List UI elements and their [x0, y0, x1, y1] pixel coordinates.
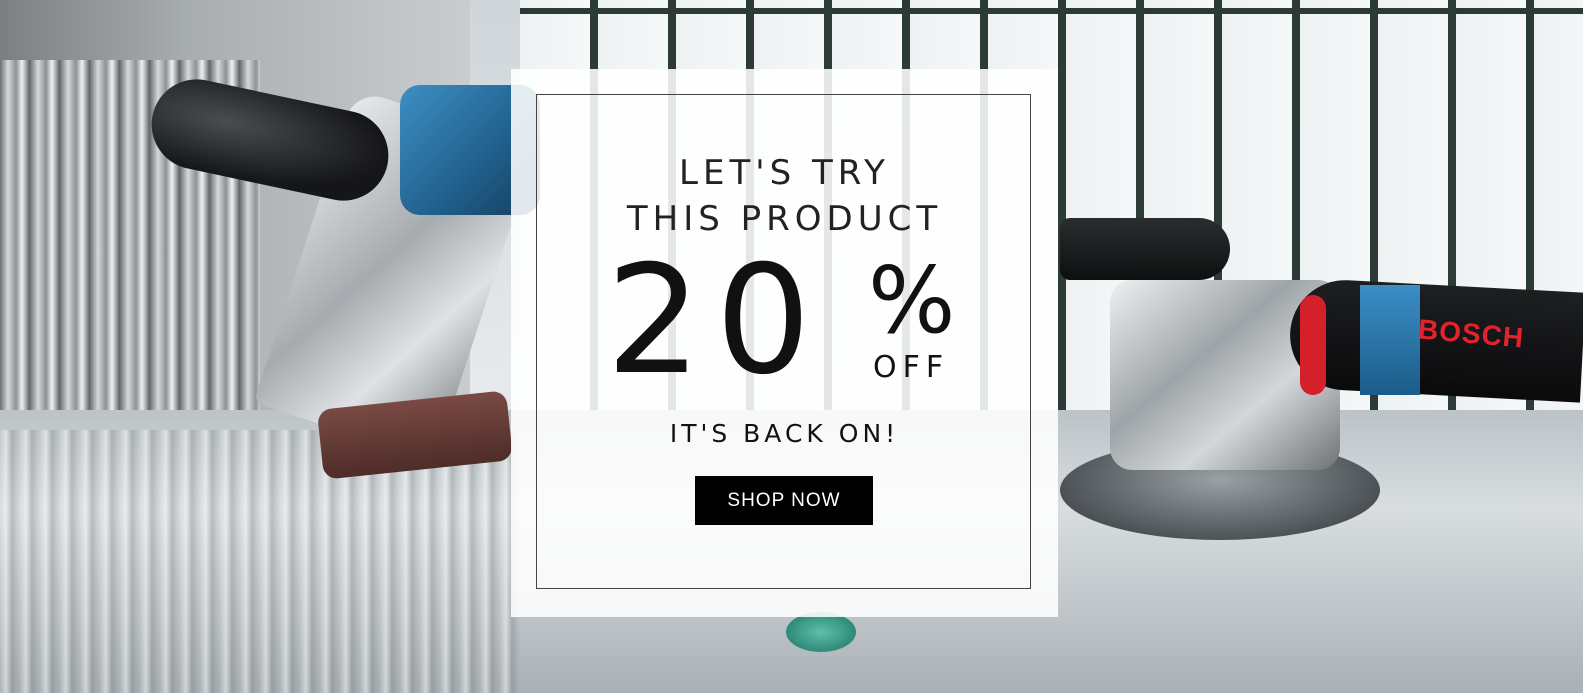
discount-value: 20	[606, 234, 825, 408]
angle-grinder-red-ring	[1300, 295, 1326, 395]
background-window-rail	[520, 8, 1583, 14]
hero-banner: BOSCH LET'S TRY THIS PRODUCT 20 % OFF IT…	[0, 0, 1583, 693]
promo-heading-line-1: LET'S TRY	[679, 153, 890, 193]
promo-subheading: IT'S BACK ON!	[669, 419, 900, 448]
angle-grinder-side-handle	[1060, 218, 1230, 280]
angle-grinder-blue-housing	[1360, 285, 1420, 395]
sanding-disc	[786, 612, 856, 652]
shop-now-button[interactable]: SHOP NOW	[695, 476, 873, 525]
discount-percent-symbol: %	[868, 247, 956, 354]
discount-off-label: OFF	[873, 350, 950, 385]
background-floor-reflection	[0, 430, 520, 693]
promo-card: LET'S TRY THIS PRODUCT 20 % OFF IT'S BAC…	[511, 69, 1058, 617]
